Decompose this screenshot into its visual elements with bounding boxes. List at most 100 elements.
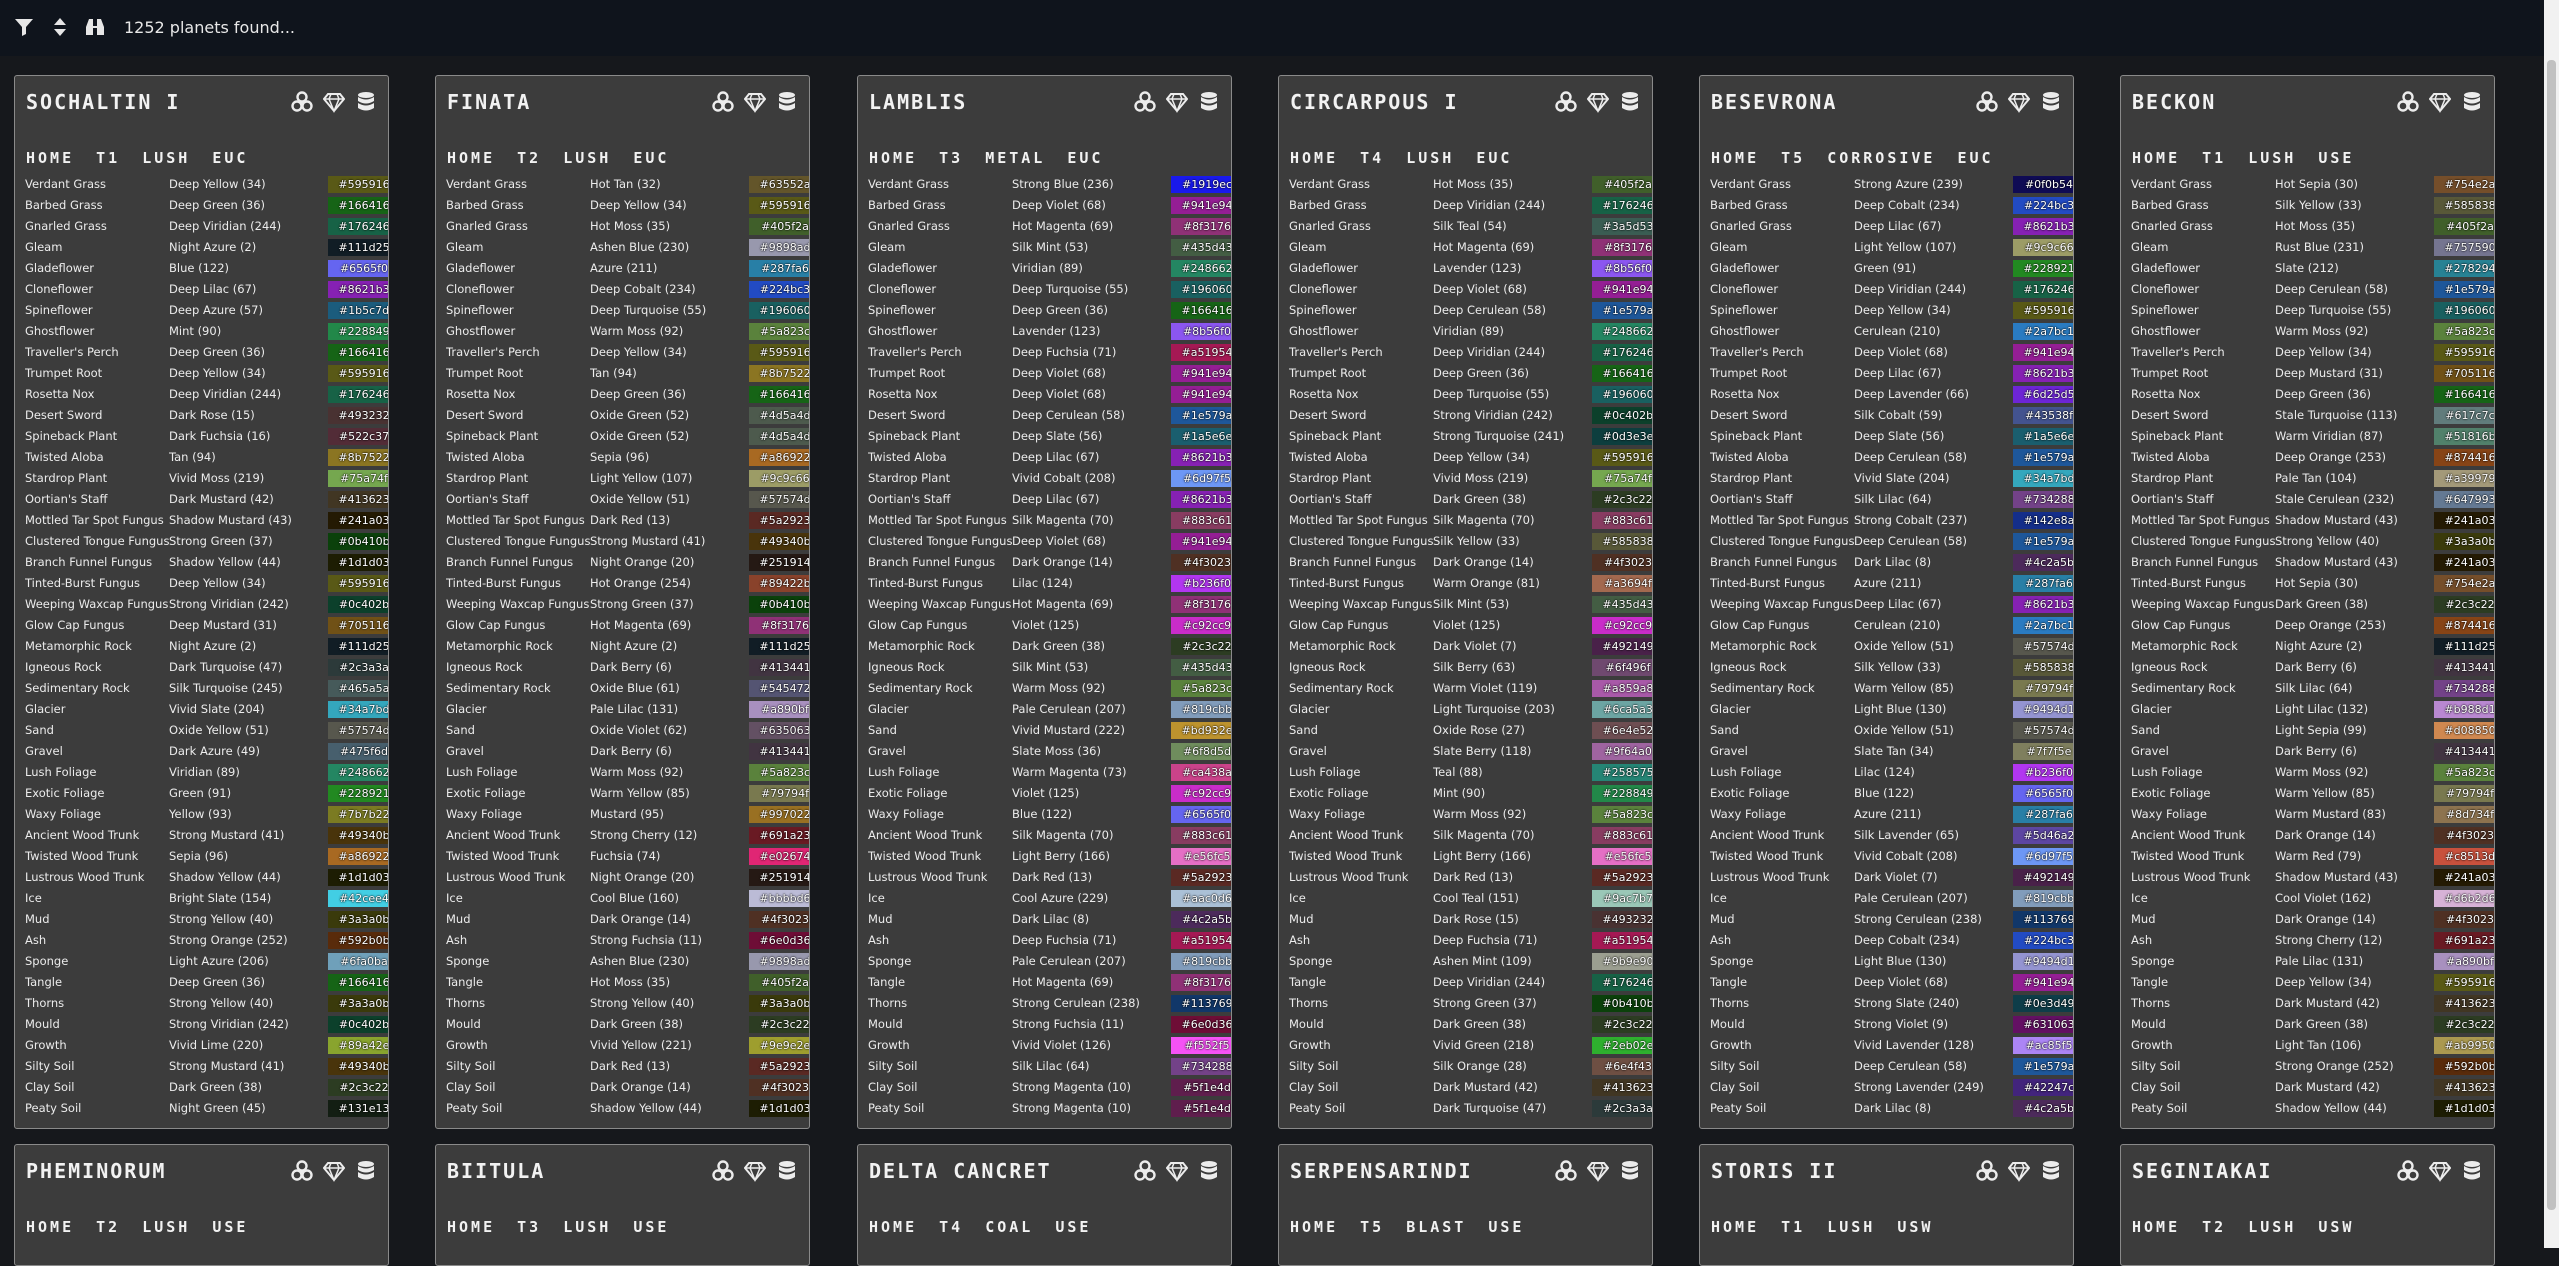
resource-name: Spineback Plant [2131,429,2224,443]
color-swatch-hex: #4c2a5b [2013,1100,2073,1117]
diamond-icon[interactable] [1165,90,1189,114]
database-icon[interactable] [1618,1159,1642,1183]
planet-card[interactable]: BESEVRONA HOME T5 CORROSIVE EUC Verdant Grass… [1699,75,2074,1129]
color-swatch-hex: #57574d [749,491,809,508]
planet-tag: HOME [447,1218,496,1236]
resource-row: Sand Oxide Yellow (51) #57574d [1710,720,2073,741]
diamond-icon[interactable] [2428,90,2452,114]
resource-name: Sand [2131,723,2160,737]
biohazard-icon[interactable] [2396,90,2420,114]
resource-row: Clustered Tongue Fungus Strong Mustard (4… [446,531,809,552]
color-swatch-hex: #5a823c [1171,680,1231,697]
diamond-icon[interactable] [2007,1159,2031,1183]
biohazard-icon[interactable] [1975,1159,1999,1183]
diamond-icon[interactable] [1165,1159,1189,1183]
biohazard-icon[interactable] [1554,1159,1578,1183]
resource-row: Sponge Pale Cerulean (207) #819cbb [868,951,1231,972]
color-swatch-hex: #8f3176 [749,617,809,634]
color-swatch-hex: #248662 [1171,260,1231,277]
resource-row: Ice Cool Blue (160) #bbbbd6 [446,888,809,909]
database-icon[interactable] [775,90,799,114]
planet-name: SEGINIAKAI [2132,1159,2273,1183]
resource-row: Clustered Tongue Fungus Deep Cerulean (58… [1710,531,2073,552]
color-name: Deep Yellow (34) [2275,345,2372,359]
resource-name: Waxy Foliage [1710,807,1787,821]
resource-name: Mottled Tar Spot Fungus [25,513,164,527]
biohazard-icon[interactable] [1133,1159,1157,1183]
planet-card[interactable]: SOCHALTIN I HOME T1 LUSH EUC Verdant Grass Dee… [14,75,389,1129]
planet-card[interactable]: FINATA HOME T2 LUSH EUC Verdant Grass Hot Tan … [435,75,810,1129]
biohazard-icon[interactable] [1133,90,1157,114]
resource-row: Lustrous Wood Trunk Shadow Mustard (43) #2… [2131,867,2494,888]
color-swatch-hex: #585838 [2434,197,2494,214]
resource-name: Twisted Wood Trunk [868,849,982,863]
color-swatch-hex: #34a7bd [2013,470,2073,487]
resource-name: Mud [446,912,471,926]
scrollbar-thumb[interactable] [2547,60,2556,1210]
binoculars-icon[interactable] [84,16,106,38]
planet-name: CIRCARPOUS I [1290,90,1459,114]
color-name: Violet (125) [1012,618,1080,632]
planet-tags: HOME T4 LUSH EUC [1290,149,1512,167]
planet-card-actions [1975,90,2063,114]
color-name: Slate (212) [2275,261,2339,275]
planet-card[interactable]: BECKON HOME T1 LUSH USE Verdant Grass Hot Sepi… [2120,75,2495,1129]
color-swatch-hex: #7b7b22 [328,806,388,823]
color-swatch-hex: #1e579a [2013,533,2073,550]
color-name: Viridian (89) [1433,324,1504,338]
color-name: Vivid Moss (219) [1433,471,1529,485]
resource-name: Branch Funnel Fungus [1710,555,1838,569]
color-swatch-hex: #435d43 [1171,239,1231,256]
resource-row: Twisted Aloba Sepia (96) #a86922 [446,447,809,468]
resource-name: Clay Soil [1710,1080,1760,1094]
color-swatch-hex: #941e94 [1592,281,1652,298]
diamond-icon[interactable] [322,90,346,114]
database-icon[interactable] [2460,90,2484,114]
diamond-icon[interactable] [2428,1159,2452,1183]
resource-row: Desert Sword Oxide Green (52) #4d5a4d [446,405,809,426]
resource-row: Tangle Deep Viridian (244) #176246 [1289,972,1652,993]
resource-row: Barbed Grass Deep Viridian (244) #176246 [1289,195,1652,216]
biohazard-icon[interactable] [711,90,735,114]
color-swatch-hex: #705116 [2434,365,2494,382]
biohazard-icon[interactable] [1975,90,1999,114]
diamond-icon[interactable] [743,90,767,114]
resource-name: Gladeflower [1710,261,1780,275]
resource-row: Twisted Aloba Deep Yellow (34) #595916 [1289,447,1652,468]
biohazard-icon[interactable] [2396,1159,2420,1183]
biohazard-icon[interactable] [290,1159,314,1183]
resource-name: Tangle [1289,975,1327,989]
planet-card[interactable]: CIRCARPOUS I HOME T4 LUSH EUC Verdant Grass Ho… [1278,75,1653,1129]
database-icon[interactable] [775,1159,799,1183]
resource-name: Gnarled Grass [2131,219,2213,233]
color-swatch-hex: #57574d [328,722,388,739]
database-icon[interactable] [2039,90,2063,114]
biohazard-icon[interactable] [711,1159,735,1183]
database-icon[interactable] [354,90,378,114]
diamond-icon[interactable] [1586,90,1610,114]
database-icon[interactable] [354,1159,378,1183]
diamond-icon[interactable] [743,1159,767,1183]
planet-card[interactable]: LAMBLIS HOME T3 METAL EUC Verdant Grass Strong… [857,75,1232,1129]
color-swatch-hex: #34a7bd [328,701,388,718]
diamond-icon[interactable] [2007,90,2031,114]
color-name: Deep Lavender (66) [1854,387,1969,401]
database-icon[interactable] [1618,90,1642,114]
diamond-icon[interactable] [1586,1159,1610,1183]
color-swatch-hex: #595916 [328,176,388,193]
sort-icon[interactable] [49,16,71,38]
page-scrollbar[interactable] [2544,0,2559,1248]
database-icon[interactable] [1197,90,1221,114]
database-icon[interactable] [2460,1159,2484,1183]
color-swatch-hex: #a51954 [1171,932,1231,949]
database-icon[interactable] [2039,1159,2063,1183]
resource-name: Thorns [2131,996,2171,1010]
color-swatch-hex: #8b56f0 [1171,323,1231,340]
diamond-icon[interactable] [322,1159,346,1183]
database-icon[interactable] [1197,1159,1221,1183]
resource-name: Peaty Soil [1710,1101,1767,1115]
filter-icon[interactable] [13,16,35,38]
resource-row: Twisted Aloba Deep Orange (253) #874416 [2131,447,2494,468]
biohazard-icon[interactable] [290,90,314,114]
biohazard-icon[interactable] [1554,90,1578,114]
